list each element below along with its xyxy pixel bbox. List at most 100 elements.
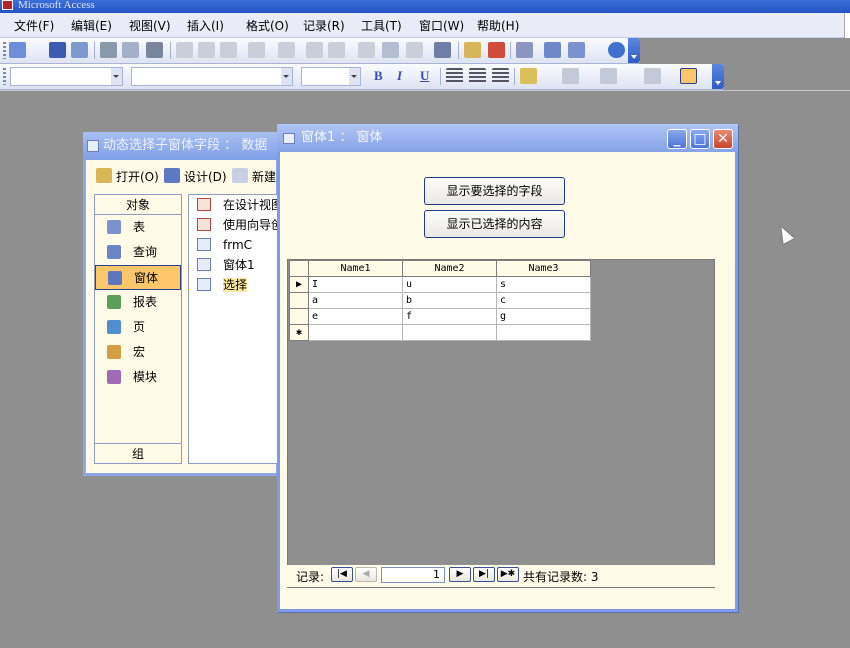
maximize-button[interactable]: □ <box>690 129 710 149</box>
previous-record-button[interactable]: ◀ <box>355 567 377 582</box>
record-selector[interactable] <box>289 292 309 309</box>
print-icon[interactable] <box>100 42 117 58</box>
question-box[interactable] <box>844 13 850 38</box>
find-icon[interactable] <box>434 42 451 58</box>
bold-icon[interactable]: B <box>374 68 383 84</box>
table-cell[interactable] <box>308 324 403 341</box>
paste-icon[interactable] <box>220 42 237 58</box>
object-macros[interactable]: 宏 <box>95 340 181 365</box>
table-cell[interactable]: a <box>308 292 403 309</box>
column-header-name1[interactable]: Name1 <box>308 260 403 277</box>
toolbar-options-icon[interactable] <box>628 38 640 63</box>
record-number-input[interactable]: 1 <box>381 567 445 583</box>
line-color-icon[interactable] <box>600 68 617 84</box>
new-record-button[interactable]: ▶✱ <box>497 567 519 582</box>
column-header-name3[interactable]: Name3 <box>496 260 591 277</box>
save-icon[interactable] <box>49 42 66 58</box>
table-cell[interactable]: e <box>308 308 403 325</box>
font-size-combo[interactable] <box>301 67 361 86</box>
database-window-title-bar[interactable]: 动态选择子窗体字段 ： 数据 <box>83 132 282 160</box>
office-links-icon[interactable] <box>278 42 295 58</box>
form-window-title-bar[interactable]: 窗体1 ： 窗体 _ □ ✕ <box>277 124 738 152</box>
font-name-combo[interactable] <box>131 67 293 86</box>
apply-filter-icon[interactable] <box>406 42 423 58</box>
table-cell[interactable]: c <box>496 292 591 309</box>
filter-by-form-icon[interactable] <box>382 42 399 58</box>
database-window-icon[interactable] <box>544 42 561 58</box>
next-record-button[interactable]: ▶ <box>449 567 471 582</box>
align-right-icon[interactable] <box>492 68 509 84</box>
font-color-icon[interactable] <box>562 68 579 84</box>
table-cell[interactable] <box>402 324 497 341</box>
help-icon[interactable] <box>608 42 625 58</box>
cut-icon[interactable] <box>176 42 193 58</box>
list-item[interactable]: 使用向导创 <box>189 215 283 235</box>
new-record-icon[interactable]: ✱ <box>289 324 309 341</box>
menu-edit[interactable]: 编辑(E) <box>71 17 112 34</box>
sort-ascending-icon[interactable] <box>306 42 323 58</box>
first-record-button[interactable]: |◀ <box>331 567 353 582</box>
copy-icon[interactable] <box>198 42 215 58</box>
object-modules[interactable]: 模块 <box>95 365 181 390</box>
current-record-icon[interactable]: ▶ <box>289 276 309 293</box>
minimize-button[interactable]: _ <box>667 129 687 149</box>
list-item[interactable]: 窗体1 <box>189 255 282 275</box>
table-cell[interactable]: g <box>496 308 591 325</box>
filter-by-selection-icon[interactable] <box>358 42 375 58</box>
menu-file[interactable]: 文件(F) <box>14 17 54 34</box>
new-object-icon[interactable] <box>568 42 585 58</box>
fill-color-icon[interactable] <box>520 68 537 84</box>
table-cell[interactable] <box>496 324 591 341</box>
special-effect-icon[interactable] <box>680 68 697 84</box>
delete-record-icon[interactable] <box>488 42 505 58</box>
menu-tools[interactable]: 工具(T) <box>361 17 402 34</box>
table-cell[interactable]: f <box>402 308 497 325</box>
close-button[interactable]: ✕ <box>713 129 733 149</box>
toolbar-options-icon[interactable] <box>712 64 724 89</box>
list-item[interactable]: frmC <box>189 235 282 255</box>
table-cell[interactable]: I <box>308 276 403 293</box>
underline-icon[interactable]: U <box>420 68 429 84</box>
record-selector[interactable] <box>289 308 309 325</box>
align-left-icon[interactable] <box>446 68 463 84</box>
new-button[interactable]: 新建 <box>232 168 276 185</box>
menu-window[interactable]: 窗口(W) <box>419 17 464 34</box>
sort-descending-icon[interactable] <box>328 42 345 58</box>
align-center-icon[interactable] <box>469 68 486 84</box>
toolbar-grip[interactable] <box>3 68 6 85</box>
table-cell[interactable]: b <box>402 292 497 309</box>
column-header-name2[interactable]: Name2 <box>402 260 497 277</box>
object-queries[interactable]: 查询 <box>95 240 181 265</box>
object-tables[interactable]: 表 <box>95 215 181 240</box>
menu-insert[interactable]: 插入(I) <box>187 17 224 34</box>
spelling-icon[interactable] <box>146 42 163 58</box>
print-preview-icon[interactable] <box>122 42 139 58</box>
objects-header[interactable]: 对象 <box>95 195 181 215</box>
undo-icon[interactable] <box>248 42 265 58</box>
italic-icon[interactable]: I <box>397 68 402 84</box>
groups-header[interactable]: 组 <box>95 443 181 463</box>
table-cell[interactable]: s <box>496 276 591 293</box>
view-icon[interactable] <box>9 42 26 58</box>
menu-format[interactable]: 格式(O) <box>246 17 289 34</box>
menu-help[interactable]: 帮助(H) <box>477 17 519 34</box>
last-record-button[interactable]: ▶| <box>473 567 495 582</box>
new-record-icon[interactable] <box>464 42 481 58</box>
line-width-icon[interactable] <box>644 68 661 84</box>
toolbar-grip[interactable] <box>3 42 6 59</box>
menu-records[interactable]: 记录(R) <box>303 17 345 34</box>
object-reports[interactable]: 报表 <box>95 290 181 315</box>
show-selected-button[interactable]: 显示已选择的内容 <box>424 210 565 238</box>
properties-icon[interactable] <box>516 42 533 58</box>
table-cell[interactable]: u <box>402 276 497 293</box>
design-button[interactable]: 设计(D) <box>164 168 227 185</box>
select-all-corner[interactable] <box>289 260 309 277</box>
open-button[interactable]: 打开(O) <box>96 168 159 185</box>
menu-view[interactable]: 视图(V) <box>129 17 171 34</box>
list-item[interactable]: 在设计视图 <box>189 195 283 215</box>
object-pages[interactable]: 页 <box>95 315 181 340</box>
object-combo[interactable] <box>10 67 123 86</box>
object-forms[interactable]: 窗体 <box>95 265 181 290</box>
list-item[interactable]: 选择 <box>189 275 282 295</box>
show-fields-button[interactable]: 显示要选择的字段 <box>424 177 565 205</box>
